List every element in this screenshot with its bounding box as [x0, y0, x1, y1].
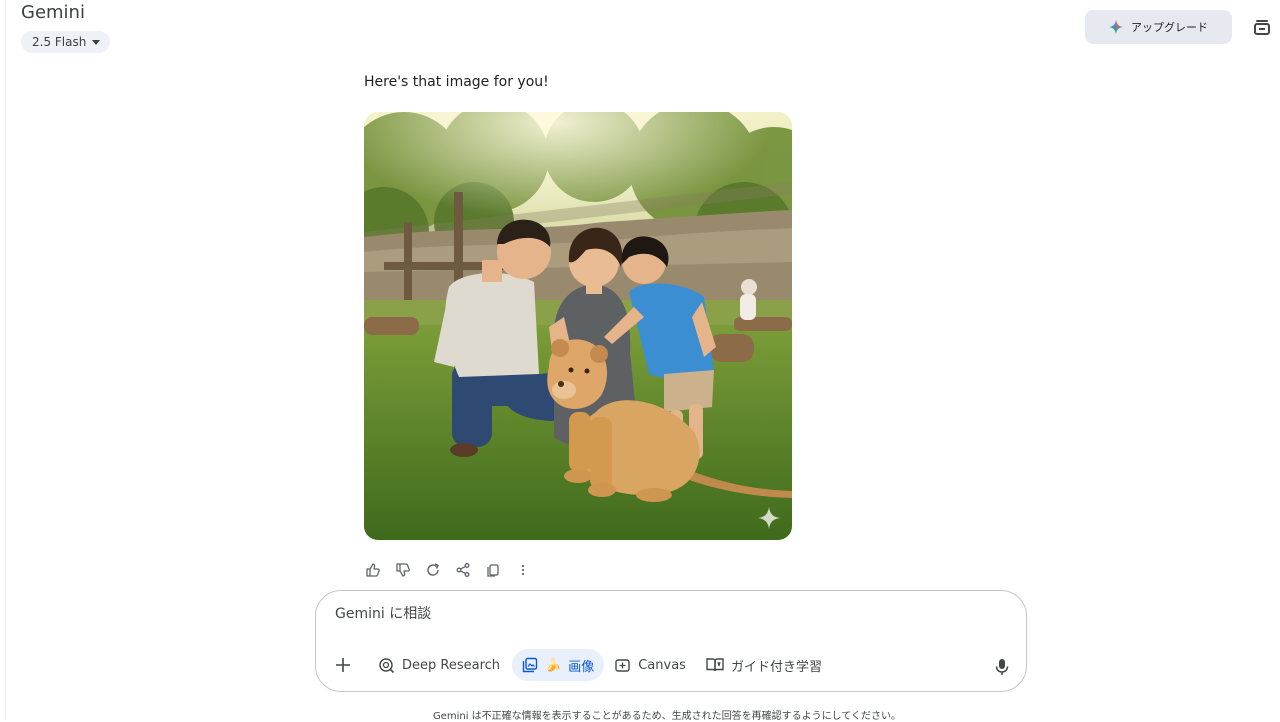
copy-icon[interactable]: [482, 561, 504, 579]
sidebar-edge: [5, 0, 6, 720]
assistant-reply-text: Here's that image for you!: [364, 74, 549, 90]
guided-learning-label: ガイド付き学習: [730, 659, 822, 675]
temporary-chat-icon[interactable]: [1251, 16, 1273, 38]
regenerate-icon[interactable]: [422, 561, 444, 579]
thumbs-down-icon[interactable]: [392, 561, 414, 579]
image-tool-button[interactable]: 🍌 画像: [512, 649, 605, 681]
prompt-input[interactable]: [335, 606, 935, 622]
canvas-label: Canvas: [638, 657, 686, 673]
model-label: 2.5 Flash: [32, 35, 87, 49]
composer-tools: Deep Research 🍌 画像 Canvas ガイド付き学習: [332, 649, 832, 681]
app-title: Gemini: [21, 2, 85, 23]
guided-learning-icon: [706, 658, 724, 672]
upgrade-label: アップグレード: [1131, 21, 1208, 34]
prompt-composer: Deep Research 🍌 画像 Canvas ガイド付き学習: [315, 590, 1027, 692]
image-tool-label: 画像: [568, 659, 595, 675]
response-actions: [362, 561, 534, 579]
caret-down-icon: [92, 39, 101, 45]
deep-research-button[interactable]: Deep Research: [368, 649, 510, 681]
microphone-icon[interactable]: [992, 656, 1012, 678]
deep-research-icon: [379, 657, 395, 673]
thumbs-up-icon[interactable]: [362, 561, 384, 579]
image-icon: [522, 657, 538, 673]
more-options-icon[interactable]: [512, 561, 534, 579]
upgrade-button[interactable]: アップグレード: [1085, 10, 1232, 44]
banana-icon: 🍌: [545, 657, 562, 673]
canvas-icon: [615, 658, 630, 672]
deep-research-label: Deep Research: [402, 657, 501, 673]
guided-learning-button[interactable]: ガイド付き学習: [696, 649, 832, 681]
canvas-button[interactable]: Canvas: [604, 649, 696, 681]
plus-icon: [336, 658, 350, 672]
model-selector[interactable]: 2.5 Flash: [21, 31, 111, 53]
add-button[interactable]: [332, 651, 354, 679]
generated-image[interactable]: [364, 112, 792, 540]
share-icon[interactable]: [452, 561, 474, 579]
sparkle-icon: [1109, 20, 1123, 34]
